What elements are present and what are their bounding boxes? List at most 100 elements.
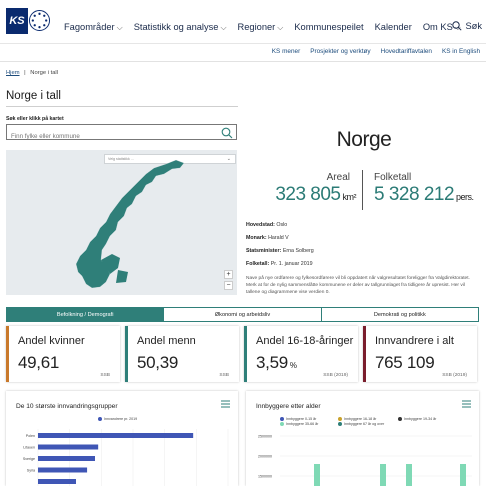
card-number: 49,61 bbox=[18, 353, 60, 372]
y-tick-label: 2500000 bbox=[258, 435, 272, 439]
nav-item-2[interactable]: Regioner ⌵ bbox=[238, 22, 284, 33]
secondary-link[interactable]: Hovedtariffavtalen bbox=[381, 48, 432, 55]
municipality-search bbox=[6, 124, 237, 144]
card-title: Andel menn bbox=[137, 335, 196, 347]
stat-card-women: Andel kvinner 49,61 SSB bbox=[6, 326, 120, 382]
search-icon[interactable] bbox=[221, 127, 233, 139]
card-source: SSB bbox=[219, 373, 229, 378]
card-number: 3,59 bbox=[256, 353, 288, 372]
page-title: Norge i tall bbox=[6, 90, 61, 102]
main-menu: Fagområder ⌵ Statistikk og analyse ⌵ Regione… bbox=[64, 22, 461, 33]
country-title: Norge bbox=[336, 128, 392, 151]
zoom-in-button[interactable]: + bbox=[224, 270, 233, 279]
secondary-link[interactable]: Prosjekter og verktøy bbox=[310, 48, 370, 55]
fact-value: Pr. 1. januar 2019 bbox=[270, 261, 313, 267]
search-label: Søk bbox=[465, 21, 482, 31]
secondary-links: KS mener Prosjekter og verktøy Hovedtariff… bbox=[272, 48, 480, 55]
card-accent bbox=[6, 326, 9, 382]
fact-value: Harald V bbox=[268, 235, 289, 241]
fact-label: Monark: bbox=[246, 235, 267, 241]
fact-value: Oslo bbox=[276, 222, 288, 228]
secondary-link[interactable]: KS in English bbox=[442, 48, 480, 55]
fact-value: Erna Solberg bbox=[282, 248, 314, 254]
chevron-down-icon: ⌵ bbox=[116, 23, 123, 32]
population-value: 5 328 212 pers. bbox=[374, 184, 474, 206]
top-navigation: KS Fagområder ⌵ Statistikk og analyse ⌵ Regi… bbox=[0, 0, 486, 44]
nav-item-4[interactable]: Kalender bbox=[375, 22, 412, 33]
breadcrumb: Hjem | Norge i tall bbox=[6, 70, 58, 76]
search-field-label: Søk eller klikk på kartet bbox=[6, 116, 64, 122]
nav-item-1[interactable]: Statistikk og analyse ⌵ bbox=[134, 22, 227, 33]
norway-map[interactable]: Velg statistikk ... ⌄ + − bbox=[6, 150, 237, 295]
card-title: Andel kvinner bbox=[18, 335, 85, 347]
ks-logo-mark: KS bbox=[6, 8, 28, 34]
population-label: Folketall bbox=[374, 172, 412, 183]
card-source: SSB bbox=[100, 373, 110, 378]
card-source: SSB (2019) bbox=[323, 373, 348, 378]
card-title: Andel 16-18-åringer bbox=[256, 335, 354, 347]
breadcrumb-home-link[interactable]: Hjem bbox=[6, 70, 20, 76]
bar-0 bbox=[314, 464, 320, 486]
area-label: Areal bbox=[326, 172, 350, 183]
card-value: 50,39 bbox=[137, 353, 178, 373]
bar-3 bbox=[38, 467, 88, 473]
card-unit: % bbox=[289, 361, 297, 370]
tab-demokrati[interactable]: Demokrati og politikk bbox=[321, 308, 478, 321]
nav-item-label: Kommunespeilet bbox=[294, 22, 364, 32]
tab-befolkning[interactable]: Befolkning / Demografi bbox=[7, 308, 165, 321]
y-tick-label: 1500000 bbox=[258, 475, 272, 479]
area-unit: km² bbox=[342, 192, 357, 202]
bar-0 bbox=[38, 433, 194, 438]
nav-item-label: Regioner bbox=[237, 22, 276, 32]
card-accent bbox=[363, 326, 366, 382]
nav-item-0[interactable]: Fagområder ⌵ bbox=[64, 22, 123, 33]
norway-map-shape[interactable] bbox=[6, 150, 237, 295]
card-accent bbox=[244, 326, 247, 382]
secondary-link[interactable]: KS mener bbox=[272, 48, 300, 55]
category-tabs: Befolkning / Demografi Økonomi og arbeid… bbox=[6, 307, 479, 322]
card-title: Innvandrere i alt bbox=[375, 335, 454, 347]
breadcrumb-current: Norge i tall bbox=[30, 70, 59, 76]
nav-item-3[interactable]: Kommunespeilet bbox=[294, 22, 363, 33]
breadcrumb-separator: | bbox=[24, 70, 26, 76]
fact-row: Folketall: Pr. 1. januar 2019 bbox=[246, 258, 314, 271]
bar-2 bbox=[38, 456, 95, 461]
nav-item-label: Kalender bbox=[374, 22, 412, 32]
category-label: Syria bbox=[27, 469, 35, 473]
bar-4 bbox=[38, 479, 76, 484]
search-icon bbox=[452, 21, 463, 31]
card-number: 765 109 bbox=[375, 353, 435, 372]
card-number: 50,39 bbox=[137, 353, 179, 372]
country-facts: Hovedstad: Oslo Monark: Harald V Statsmi… bbox=[246, 219, 314, 271]
zoom-out-button[interactable]: − bbox=[224, 281, 233, 290]
fact-label: Statsminister: bbox=[246, 248, 282, 254]
ks-logo[interactable]: KS bbox=[6, 8, 50, 34]
nav-item-label: Statistikk og analyse bbox=[133, 22, 219, 32]
area-value: 323 805 km² bbox=[246, 184, 356, 206]
immigrant-groups-chart: De 10 største innvandringsgrupper Innvan… bbox=[6, 391, 238, 486]
fact-row: Hovedstad: Oslo bbox=[246, 219, 314, 232]
search-input[interactable] bbox=[7, 129, 207, 144]
nav-item-label: Om KS bbox=[422, 22, 453, 32]
card-value: 765 109 bbox=[375, 353, 435, 373]
category-label: Polen bbox=[26, 434, 35, 438]
fact-row: Statsminister: Erna Solberg bbox=[246, 245, 314, 258]
stat-card-immigrants: Innvandrere i alt 765 109 SSB (2019) bbox=[363, 326, 477, 382]
tab-okonomi[interactable]: Økonomi og arbeidsliv bbox=[164, 308, 322, 321]
category-label: Litauen bbox=[23, 446, 35, 450]
card-value: 3,59% bbox=[256, 353, 297, 373]
bar-1 bbox=[38, 444, 99, 450]
card-accent bbox=[125, 326, 128, 382]
bar-chart: Polen Litauen Sverige Syria bbox=[23, 429, 229, 486]
stat-card-youth: Andel 16-18-åringer 3,59% SSB (2019) bbox=[244, 326, 358, 382]
bar-1 bbox=[380, 464, 386, 486]
stat-card-men: Andel menn 50,39 SSB bbox=[125, 326, 239, 382]
fact-row: Monark: Harald V bbox=[246, 232, 314, 245]
category-label: Sverige bbox=[23, 457, 35, 461]
area-number: 323 805 bbox=[275, 184, 341, 205]
fact-label: Folketall: bbox=[246, 261, 270, 267]
population-number: 5 328 212 bbox=[374, 184, 455, 205]
search-button[interactable]: Søk bbox=[452, 21, 482, 31]
data-note: Nave på nye ordførere og fylkesordførere… bbox=[246, 276, 470, 295]
bar-chart: 2500000 2000000 1500000 bbox=[258, 435, 472, 486]
